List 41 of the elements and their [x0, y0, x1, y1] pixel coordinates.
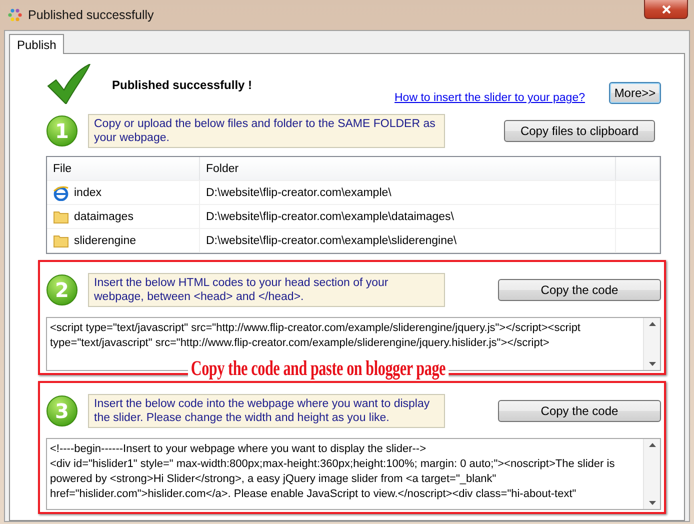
code-line: href="hislider.com">hislider.com</a>. Please enable JavaScript to view.</noscript><div class="hi-about-text"	[50, 487, 578, 502]
folder-cell: D:\website\flip-creator.com\example\	[200, 181, 616, 204]
copy-button[interactable]: Copy the code	[498, 400, 661, 422]
scroll-up-icon[interactable]	[648, 443, 656, 447]
copy-button[interactable]: Copy the code	[498, 279, 661, 301]
code-field[interactable]	[46, 438, 661, 510]
help-link[interactable]: How to insert the slider to your page?	[394, 92, 585, 104]
scroll-up-icon[interactable]	[648, 322, 656, 326]
file-name: dataimages	[74, 210, 134, 222]
more-button[interactable]: More>>	[609, 82, 661, 104]
copy-button[interactable]: Copy files to clipboard	[504, 120, 655, 142]
window-title: Published successfully	[28, 8, 154, 22]
instruction-note: Insert the below HTML codes to your head section of your webpage, between <head> and </head>.	[88, 273, 445, 307]
step-number-icon: 1	[46, 115, 78, 147]
code-line: <div id="hislider1" style=" max-width:800px;max-height:360px;height:100%; margin: 0 auto;"><noscript>The slider is	[50, 457, 616, 472]
scroll-down-icon[interactable]	[648, 362, 656, 366]
folder-cell: D:\website\flip-creator.com\example\dataimages\	[200, 205, 616, 228]
folder-icon	[53, 234, 69, 248]
column-header[interactable]: File	[47, 157, 200, 180]
app-logo-icon	[8, 8, 22, 22]
column-header[interactable]: Folder	[200, 157, 616, 180]
close-icon	[662, 4, 670, 14]
folder-icon	[53, 210, 69, 224]
annotation-text: Copy the code and paste on blogger page	[188, 357, 448, 379]
globe-icon	[53, 184, 69, 200]
code-line: powered by <strong>Hi Slider</strong>, a easy jQuery image slider from <a target="_blank"	[50, 472, 498, 487]
code-line: type="text/javascript" src="http://www.flip-creator.com/example/sliderengine/jquery.hislider.js"></script>	[50, 336, 550, 351]
file-name: sliderengine	[74, 234, 136, 246]
instruction-note: Insert the below code into the webpage where you want to display the slider. Please change the width and height as you like.	[88, 394, 445, 428]
code-line: <script type="text/javascript" src="http://www.flip-creator.com/example/sliderengine/jquery.js"></script><script	[50, 321, 582, 336]
scroll-down-icon[interactable]	[648, 501, 656, 505]
tab[interactable]: Publish	[9, 34, 64, 54]
code-line: <!----begin------Insert to your webpage where you want to display the slider-->	[50, 442, 427, 457]
close-button[interactable]	[644, 0, 688, 19]
folder-cell: D:\website\flip-creator.com\example\sliderengine\	[200, 229, 616, 252]
instruction-note: Copy or upload the below files and folder to the SAME FOLDER as your webpage.	[88, 114, 445, 148]
file-name: index	[74, 186, 102, 198]
success-heading: Published successfully !	[112, 78, 252, 92]
step-number-icon: 2	[46, 274, 78, 306]
checkmark-icon	[46, 64, 92, 104]
step-number-icon: 3	[46, 395, 78, 427]
